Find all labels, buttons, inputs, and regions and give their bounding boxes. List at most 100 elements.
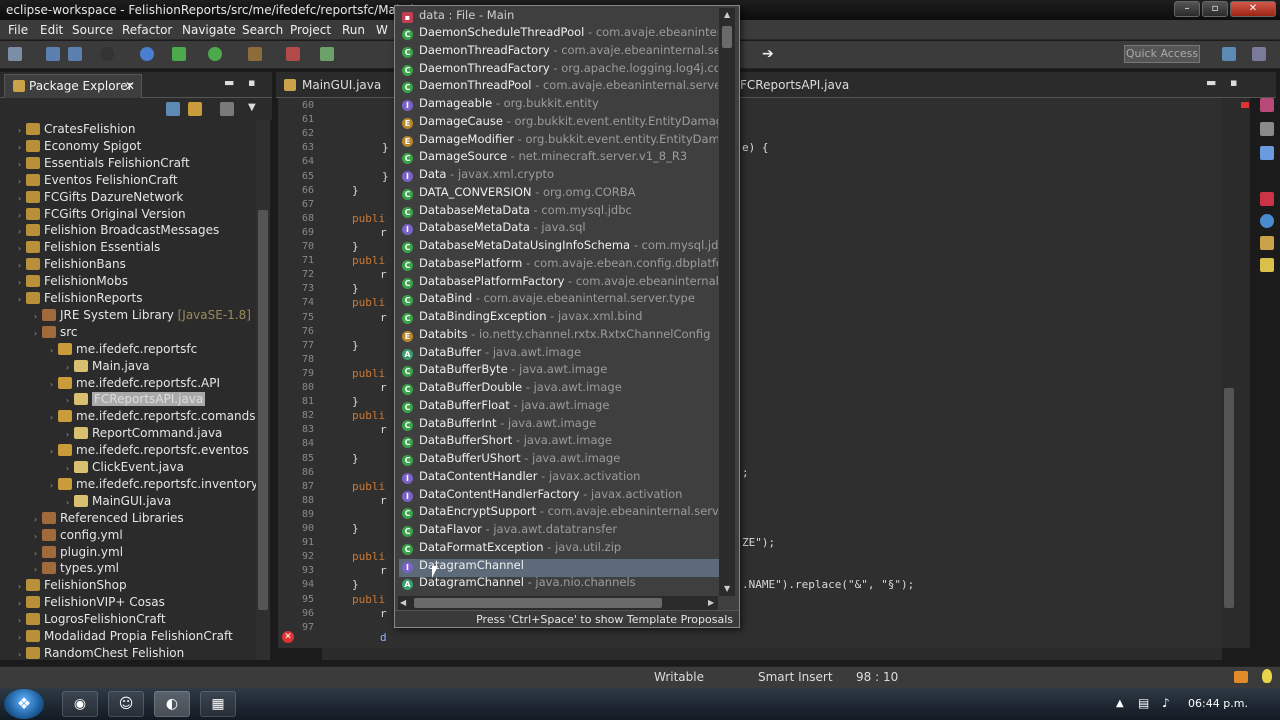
tree-item[interactable]: › Felishion BroadcastMessages <box>18 222 219 239</box>
menu-file[interactable]: File <box>8 20 28 40</box>
proposal-item[interactable]: C DaemonThreadPool - com.avaje.ebeaninter… <box>400 77 718 95</box>
code-line[interactable]: publi <box>352 480 385 494</box>
code-line[interactable]: r <box>380 381 387 395</box>
tree-item[interactable]: › Main.java <box>66 358 150 375</box>
proposal-item[interactable]: E Databits - io.netty.channel.rxtx.RxtxCh… <box>400 326 718 344</box>
tree-toggle-icon[interactable]: › <box>18 646 26 660</box>
tree-item[interactable]: › Felishion Essentials <box>18 239 160 256</box>
tree-item[interactable]: › ReportCommand.java <box>66 425 222 442</box>
lightbulb-icon[interactable] <box>1262 669 1272 683</box>
tree-toggle-icon[interactable]: › <box>18 578 26 595</box>
proposal-item[interactable]: I DataContentHandler - javax.activation <box>400 468 718 486</box>
code-line[interactable]: } <box>352 282 359 296</box>
proposal-item[interactable]: I Data - javax.xml.crypto <box>400 166 718 184</box>
tree-toggle-icon[interactable]: › <box>50 376 58 393</box>
tab-fcreportsapi[interactable]: FCReportsAPI.java <box>740 74 900 98</box>
close-icon[interactable]: ✕ <box>125 75 135 97</box>
skip-breakpoints-icon[interactable] <box>100 47 114 61</box>
tree-item[interactable]: › me.ifedefc.reportsfc <box>50 341 197 358</box>
external-tools-icon[interactable] <box>248 47 262 61</box>
code-line[interactable]: r <box>380 494 387 508</box>
tree-item[interactable]: › config.yml <box>34 527 123 544</box>
tree-item[interactable]: › FCGifts Original Version <box>18 206 186 223</box>
declaration-icon[interactable] <box>1260 236 1274 250</box>
tree-item[interactable]: › FelishionMobs <box>18 273 128 290</box>
run-icon[interactable] <box>208 47 222 61</box>
menu-edit[interactable]: Edit <box>40 20 63 40</box>
tree-toggle-icon[interactable]: › <box>18 190 26 207</box>
tree-item[interactable]: › FCGifts DazureNetwork <box>18 189 183 206</box>
menu-source[interactable]: Source <box>72 20 113 40</box>
tree-item[interactable]: › Economy Spigot <box>18 138 141 155</box>
collapse-all-icon[interactable] <box>166 102 180 116</box>
content-assist-header[interactable]: ▪ data : File - Main <box>400 7 718 25</box>
maximize-view-icon[interactable]: ▪ <box>248 76 255 89</box>
proposal-item[interactable]: C DataBufferInt - java.awt.image <box>400 415 718 433</box>
editor-minimize-icon[interactable]: ▬ <box>1206 76 1216 89</box>
close-window-button[interactable]: ✕ <box>1230 1 1276 17</box>
code-line[interactable]: } <box>352 522 359 536</box>
tree-item[interactable]: › FelishionVIP+ Cosas <box>18 594 165 611</box>
tree-toggle-icon[interactable]: › <box>18 139 26 156</box>
link-with-editor-icon[interactable] <box>188 102 202 116</box>
tree-item[interactable]: › ClickEvent.java <box>66 459 184 476</box>
tree-toggle-icon[interactable]: › <box>66 392 74 409</box>
tree-item[interactable]: › me.ifedefc.reportsfc.API <box>50 375 220 392</box>
save-icon[interactable] <box>46 47 60 61</box>
tree-toggle-icon[interactable]: › <box>66 359 74 376</box>
tree-toggle-icon[interactable]: › <box>66 494 74 511</box>
proposal-item[interactable]: E DamageModifier - org.bukkit.event.entit… <box>400 131 718 149</box>
tree-toggle-icon[interactable]: › <box>66 460 74 477</box>
tree-item[interactable]: › me.ifedefc.reportsfc.eventos <box>50 442 249 459</box>
tree-item[interactable]: › LogrosFelishionCraft <box>18 611 166 628</box>
new-java-class-icon[interactable] <box>286 47 300 61</box>
minimize-view-icon[interactable]: ▬ <box>224 76 234 89</box>
rss-icon[interactable] <box>1234 671 1248 683</box>
chevron-down-icon[interactable]: ▼ <box>248 102 262 116</box>
scroll-left-icon[interactable]: ◀ <box>400 598 406 607</box>
tree-toggle-icon[interactable]: › <box>34 325 42 342</box>
tree-toggle-icon[interactable]: › <box>34 561 42 578</box>
tree-toggle-icon[interactable]: › <box>50 443 58 460</box>
discord-icon[interactable]: ☺ <box>108 691 144 717</box>
code-line[interactable]: r <box>380 607 387 621</box>
editor-maximize-icon[interactable]: ▪ <box>1230 76 1237 89</box>
code-line[interactable]: } <box>352 240 359 254</box>
proposal-item[interactable]: I Damageable - org.bukkit.entity <box>400 95 718 113</box>
code-line[interactable]: } <box>352 452 359 466</box>
outline-icon[interactable] <box>1260 98 1274 112</box>
proposal-item[interactable]: C DataBufferFloat - java.awt.image <box>400 397 718 415</box>
tree-item[interactable]: › Modalidad Propia FelishionCraft <box>18 628 233 645</box>
proposal-item[interactable]: C DataBufferByte - java.awt.image <box>400 361 718 379</box>
code-line[interactable]: r <box>380 268 387 282</box>
tree-item[interactable]: › FelishionReports <box>18 290 142 307</box>
code-line[interactable]: publi <box>352 254 385 268</box>
scroll-up-icon[interactable]: ▲ <box>724 10 730 19</box>
search-view-icon[interactable] <box>1260 258 1274 272</box>
code-fragment[interactable]: ; <box>742 466 749 480</box>
tree-item[interactable]: › src <box>34 324 78 341</box>
tree-toggle-icon[interactable]: › <box>18 291 26 308</box>
tree-toggle-icon[interactable]: › <box>18 240 26 257</box>
tree-item[interactable]: › Referenced Libraries <box>34 510 184 527</box>
tree-item[interactable]: › CratesFelishion <box>18 121 135 138</box>
package-explorer-scrollbar[interactable] <box>256 120 270 660</box>
proposal-item[interactable]: C DatabaseMetaDataUsingInfoSchema - com.m… <box>400 237 718 255</box>
tree-item[interactable]: › FCReportsAPI.java <box>66 391 206 409</box>
calculator-icon[interactable]: ▦ <box>200 691 236 717</box>
editor-horizontal-scrollbar[interactable] <box>322 648 1222 660</box>
tree-toggle-icon[interactable]: › <box>18 629 26 646</box>
tree-item[interactable]: › JRE System Library [JavaSE-1.8] <box>34 307 251 324</box>
tree-item[interactable]: › FelishionBans <box>18 256 126 273</box>
tree-item[interactable]: › RandomChest Felishion <box>18 645 184 660</box>
proposal-item[interactable]: C DatabasePlatformFactory - com.avaje.ebe… <box>400 273 718 291</box>
new-icon[interactable] <box>8 47 22 61</box>
proposal-item[interactable]: C DATA_CONVERSION - org.omg.CORBA <box>400 184 718 202</box>
chrome-icon[interactable]: ◉ <box>62 691 98 717</box>
tree-item[interactable]: › MainGUI.java <box>66 493 171 510</box>
problems-icon[interactable] <box>1260 146 1274 160</box>
quick-access-input[interactable]: Quick Access <box>1124 45 1200 63</box>
menu-search[interactable]: Search <box>242 20 283 40</box>
proposal-item[interactable]: I DatagramChannel <box>400 557 718 575</box>
tree-item[interactable]: › plugin.yml <box>34 544 123 561</box>
